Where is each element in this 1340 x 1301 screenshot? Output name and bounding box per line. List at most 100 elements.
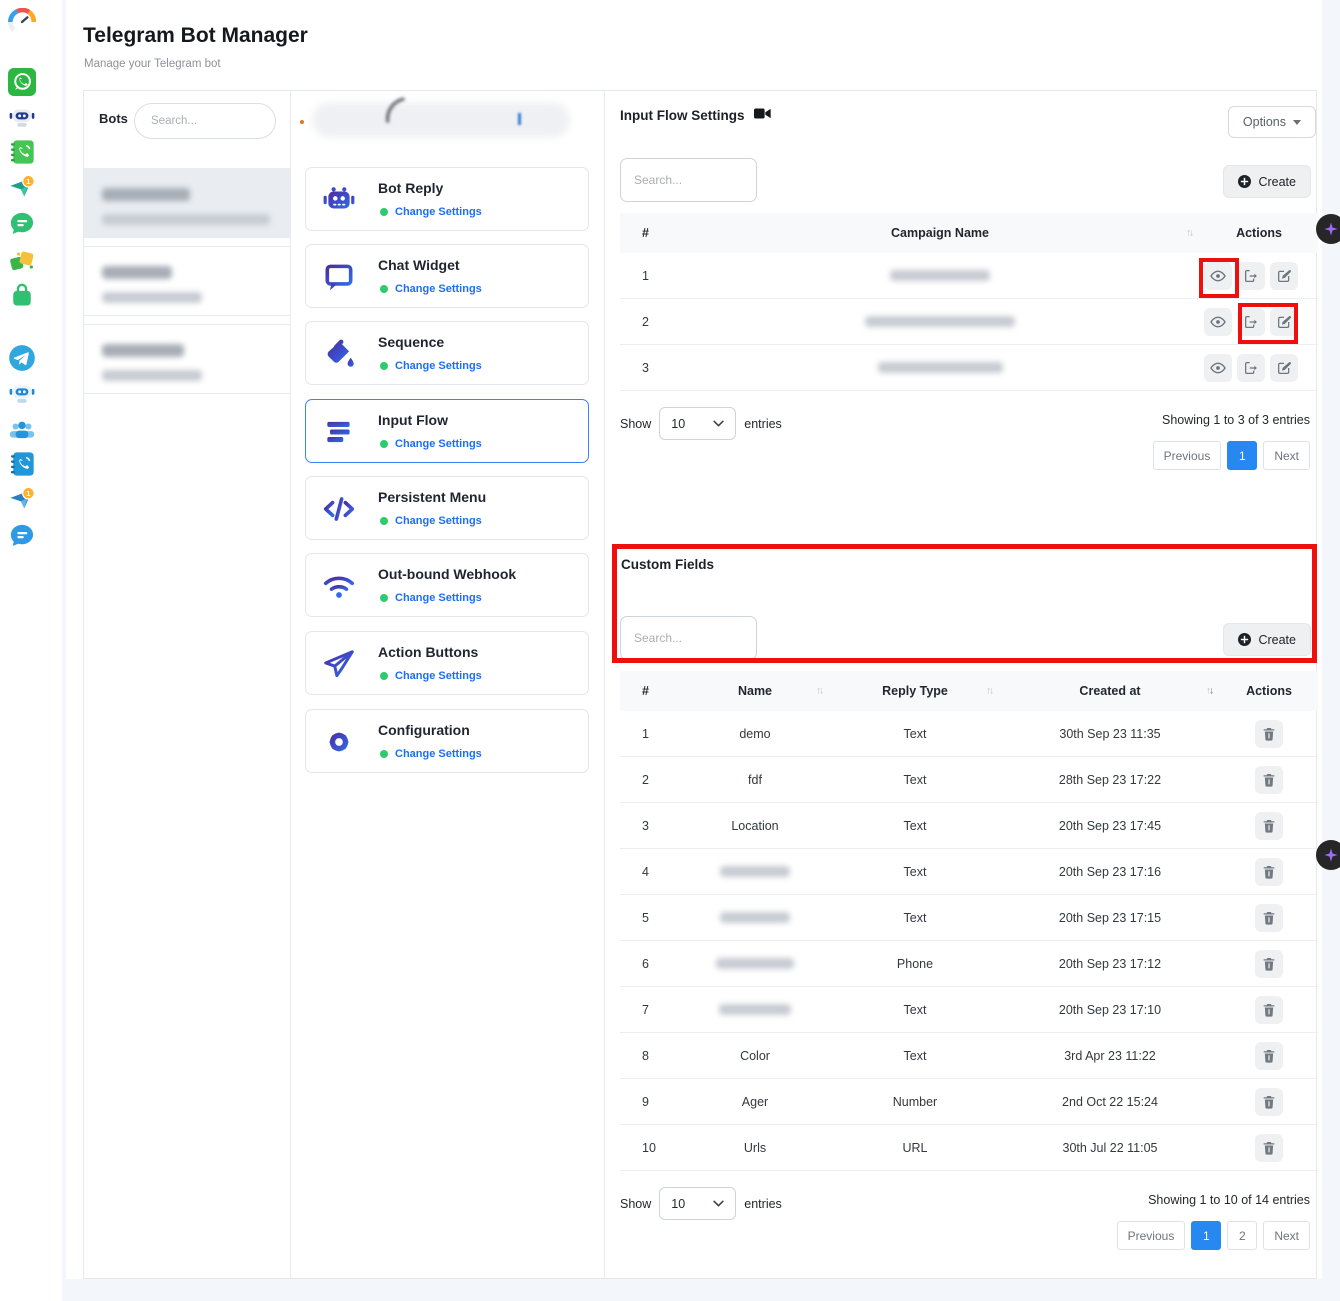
store-bag-icon[interactable]	[8, 281, 36, 309]
view-button[interactable]	[1204, 308, 1232, 336]
card-input-flow[interactable]: Input Flow Change Settings	[305, 399, 589, 463]
telegram-bot-icon[interactable]	[8, 379, 36, 407]
broadcast-send-icon[interactable]: 1	[8, 173, 36, 201]
delete-button[interactable]	[1255, 1088, 1283, 1116]
change-settings-link[interactable]: Change Settings	[395, 360, 482, 372]
whatsapp-icon[interactable]	[8, 68, 36, 96]
video-camera-icon[interactable]	[754, 107, 771, 123]
contacts-book-icon[interactable]	[8, 138, 36, 166]
row-actions	[1220, 950, 1318, 978]
telegram-broadcast-icon[interactable]: 1	[8, 485, 36, 513]
pagination: Previous 1 2 Next	[1111, 1221, 1310, 1250]
create-campaign-button[interactable]: Create	[1223, 165, 1311, 198]
delete-button[interactable]	[1255, 996, 1283, 1024]
edit-button[interactable]	[1270, 354, 1298, 382]
delete-button[interactable]	[1255, 1134, 1283, 1162]
telegram-contacts-icon[interactable]	[8, 450, 36, 478]
delete-button[interactable]	[1255, 858, 1283, 886]
campaign-search-input[interactable]	[620, 158, 757, 202]
col-num[interactable]: #	[620, 684, 680, 698]
card-bot-reply[interactable]: Bot Reply Change Settings	[305, 167, 589, 231]
col-name[interactable]: Name↑↓	[680, 684, 830, 698]
page-1-button[interactable]: 1	[1191, 1221, 1221, 1250]
chevron-down-icon	[713, 420, 724, 427]
row-actions	[1220, 720, 1318, 748]
delete-button[interactable]	[1255, 766, 1283, 794]
telegram-bot-manager-page: 1 1 Telegram Bot Manager Manage your Tel…	[0, 0, 1340, 1301]
change-settings-link[interactable]: Change Settings	[395, 748, 482, 760]
page-size-select[interactable]: 10	[659, 1187, 736, 1220]
bots-search-input[interactable]	[134, 103, 276, 139]
card-outbound-webhook[interactable]: Out-bound Webhook Change Settings	[305, 553, 589, 617]
change-settings-link[interactable]: Change Settings	[395, 592, 482, 604]
card-action-buttons[interactable]: Action Buttons Change Settings	[305, 631, 589, 695]
row-actions	[1220, 1134, 1318, 1162]
view-button[interactable]	[1204, 354, 1232, 382]
sort-icon[interactable]: ↑↓	[1186, 228, 1192, 239]
edit-button[interactable]	[1270, 308, 1298, 336]
table-row: 4Text20th Sep 23 17:16	[620, 849, 1318, 895]
telegram-livechat-icon[interactable]	[8, 522, 36, 550]
integration-puzzle-icon[interactable]	[8, 246, 36, 274]
change-settings-link[interactable]: Change Settings	[395, 670, 482, 682]
bot-icon[interactable]	[8, 103, 36, 131]
card-persistent-menu[interactable]: Persistent Menu Change Settings	[305, 476, 589, 540]
dashboard-gauge-icon[interactable]	[8, 8, 36, 36]
change-settings-link[interactable]: Change Settings	[395, 283, 482, 295]
livechat-bubble-icon[interactable]	[8, 210, 36, 238]
export-button[interactable]	[1237, 354, 1265, 382]
sort-icon[interactable]: ↑↓	[986, 686, 992, 697]
page-1-button[interactable]: 1	[1227, 441, 1257, 470]
delete-button[interactable]	[1255, 904, 1283, 932]
card-chat-widget[interactable]: Chat Widget Change Settings	[305, 244, 589, 308]
telegram-icon[interactable]	[8, 344, 36, 372]
page-size-control: Show 10 entries	[620, 1187, 782, 1220]
bot-list-item[interactable]	[84, 324, 290, 394]
bot-list-item[interactable]	[84, 246, 290, 316]
robot-icon	[322, 183, 356, 217]
table-row: 2	[620, 299, 1318, 345]
delete-button[interactable]	[1255, 720, 1283, 748]
edit-button[interactable]	[1270, 262, 1298, 290]
change-settings-link[interactable]: Change Settings	[395, 515, 482, 527]
export-button[interactable]	[1237, 262, 1265, 290]
next-page-button[interactable]: Next	[1263, 441, 1310, 470]
card-sequence[interactable]: Sequence Change Settings	[305, 321, 589, 385]
sort-icon[interactable]: ↑↓	[816, 686, 822, 697]
delete-button[interactable]	[1255, 950, 1283, 978]
change-settings-link[interactable]: Change Settings	[395, 206, 482, 218]
scrollbar[interactable]	[1322, 0, 1340, 1301]
create-custom-field-button[interactable]: Create	[1223, 623, 1311, 656]
delete-button[interactable]	[1255, 812, 1283, 840]
sort-icon[interactable]: ↑↓	[1206, 686, 1212, 697]
telegram-group-icon[interactable]	[8, 416, 36, 444]
col-campaign-name[interactable]: Campaign Name↑↓	[680, 226, 1200, 240]
export-button[interactable]	[1237, 308, 1265, 336]
bot-name-blurred	[312, 103, 570, 137]
card-configuration[interactable]: Configuration Change Settings	[305, 709, 589, 773]
status-dot	[380, 440, 388, 448]
delete-button[interactable]	[1255, 1042, 1283, 1070]
col-reply-type[interactable]: Reply Type↑↓	[830, 684, 1000, 698]
bot-list-item[interactable]	[84, 168, 290, 238]
col-created-at[interactable]: Created at↑↓	[1000, 684, 1220, 698]
ai-assistant-button[interactable]	[1316, 214, 1340, 244]
previous-page-button[interactable]: Previous	[1153, 441, 1222, 470]
main-card: Bots Bot Reply Change Settings Chat Widg…	[83, 90, 1317, 1279]
col-num[interactable]: #	[620, 226, 680, 240]
previous-page-button[interactable]: Previous	[1117, 1221, 1186, 1250]
next-page-button[interactable]: Next	[1263, 1221, 1310, 1250]
options-button[interactable]: Options	[1228, 106, 1316, 138]
view-button[interactable]	[1204, 262, 1232, 290]
table-summary: Showing 1 to 10 of 14 entries	[1148, 1193, 1310, 1207]
table-header: # Campaign Name↑↓ Actions	[620, 213, 1318, 253]
custom-fields-search-input[interactable]	[620, 616, 757, 660]
chevron-down-icon	[713, 1200, 724, 1207]
table-row: 5Text20th Sep 23 17:15	[620, 895, 1318, 941]
page-size-select[interactable]: 10	[659, 407, 736, 440]
ai-assistant-button[interactable]	[1316, 840, 1340, 870]
change-settings-link[interactable]: Change Settings	[395, 438, 482, 450]
page-2-button[interactable]: 2	[1227, 1221, 1257, 1250]
sparkle-icon	[1323, 847, 1339, 863]
card-title: Chat Widget	[378, 257, 460, 273]
